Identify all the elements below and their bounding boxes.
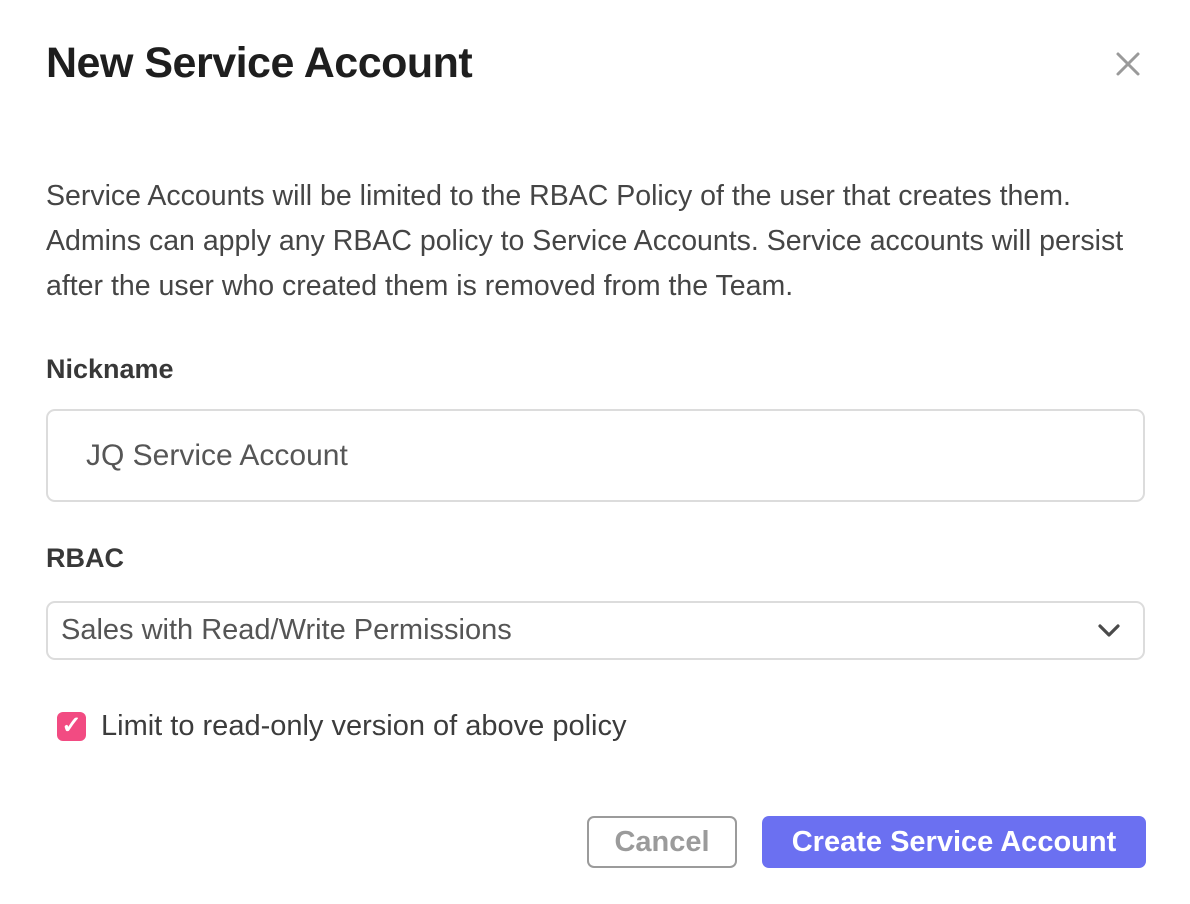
rbac-selected-value: Sales with Read/Write Permissions <box>61 614 512 647</box>
nickname-field-group: Nickname <box>46 354 1145 502</box>
cancel-button[interactable]: Cancel <box>587 816 737 868</box>
close-icon <box>1114 50 1142 81</box>
new-service-account-modal: New Service Account Service Accounts wil… <box>0 0 1190 904</box>
create-service-account-button[interactable]: Create Service Account <box>762 816 1146 868</box>
modal-title: New Service Account <box>46 40 472 87</box>
nickname-input[interactable] <box>46 409 1145 502</box>
rbac-label: RBAC <box>46 543 1145 574</box>
limit-checkbox-label: Limit to read-only version of above poli… <box>101 710 626 743</box>
limit-checkbox-row: ✓ Limit to read-only version of above po… <box>57 710 1145 743</box>
rbac-select[interactable]: Sales with Read/Write Permissions <box>46 601 1145 660</box>
modal-header: New Service Account <box>46 40 1145 87</box>
close-button[interactable] <box>1111 48 1145 82</box>
modal-description: Service Accounts will be limited to the … <box>46 174 1151 309</box>
chevron-down-icon <box>1097 623 1121 639</box>
rbac-field-group: RBAC Sales with Read/Write Permissions <box>46 543 1145 660</box>
check-icon: ✓ <box>61 714 81 738</box>
modal-footer: Cancel Create Service Account <box>587 816 1146 868</box>
limit-checkbox[interactable]: ✓ <box>57 712 86 741</box>
nickname-label: Nickname <box>46 354 1145 385</box>
